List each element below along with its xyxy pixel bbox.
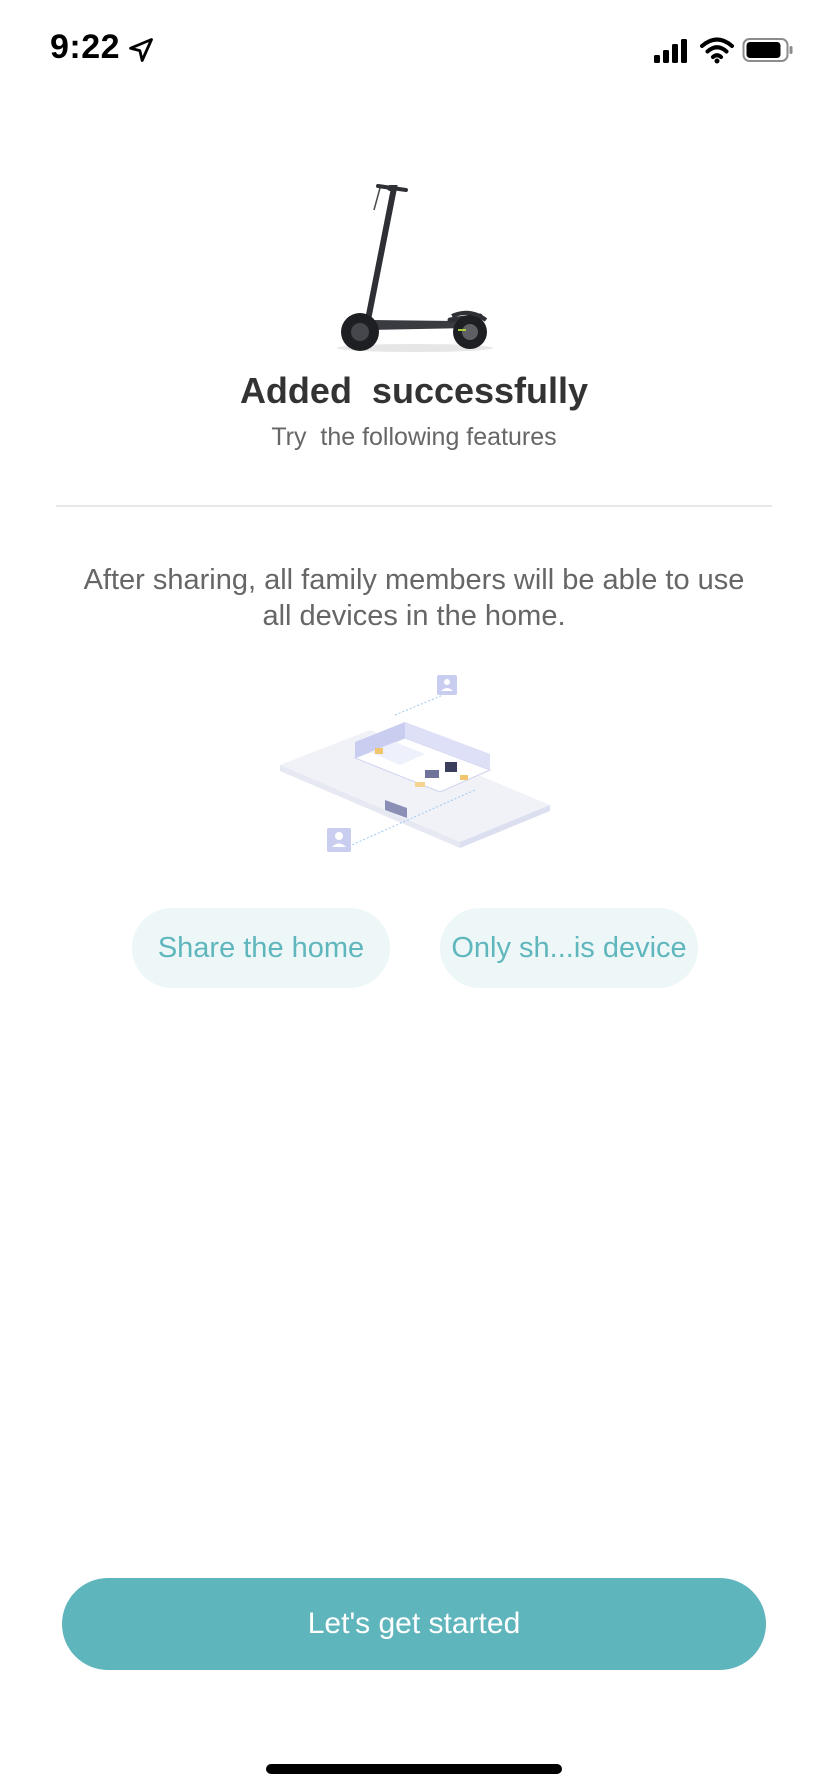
status-bar: 9:22: [0, 0, 828, 100]
home-sharing-illustration: [280, 675, 550, 852]
share-home-button[interactable]: Share the home: [132, 908, 390, 988]
scooter-image: [337, 184, 493, 352]
share-device-button[interactable]: Only sh...is device: [440, 908, 698, 988]
battery-icon: [742, 38, 793, 62]
divider: [56, 505, 772, 507]
status-time: 9:22: [50, 28, 121, 66]
home-indicator[interactable]: [266, 1764, 562, 1774]
cellular-signal-icon: [654, 39, 687, 63]
screen: 9:22 Added successfully Try the followin…: [0, 0, 828, 1792]
get-started-button[interactable]: Let's get started: [62, 1578, 766, 1670]
sharing-description: After sharing, all family members will b…: [83, 564, 745, 632]
location-arrow-icon: [129, 38, 153, 62]
success-title: Added successfully: [239, 370, 589, 411]
wifi-icon: [700, 37, 734, 64]
success-subtitle: Try the following features: [271, 423, 557, 451]
